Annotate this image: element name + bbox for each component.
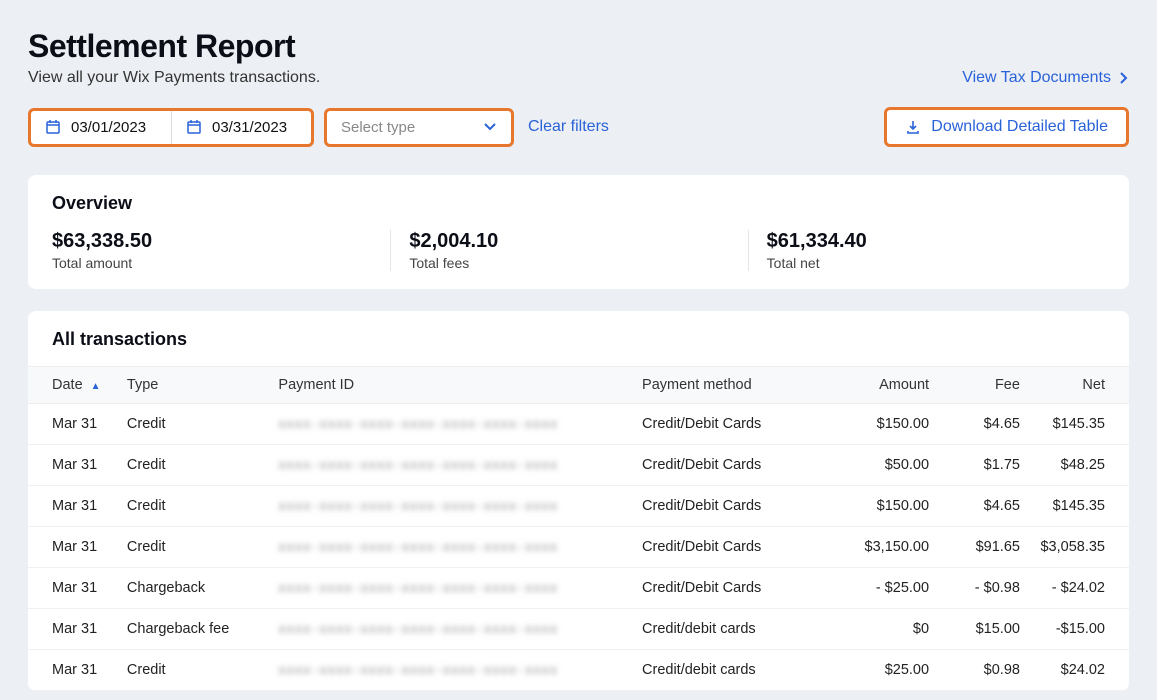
col-header-payment-method[interactable]: Payment method <box>634 367 836 404</box>
cell-date: Mar 31 <box>28 650 119 691</box>
cell-payment-id: xxxx-xxxx-xxxx-xxxx-xxxx-xxxx-xxxx <box>270 445 634 486</box>
stat-total-fees-value: $2,004.10 <box>409 230 747 253</box>
view-tax-documents-label: View Tax Documents <box>962 69 1111 87</box>
chevron-down-icon <box>483 122 497 132</box>
cell-payment-id: xxxx-xxxx-xxxx-xxxx-xxxx-xxxx-xxxx <box>270 527 634 568</box>
stat-total-amount-label: Total amount <box>52 255 390 271</box>
date-to-value: 03/31/2023 <box>212 119 287 136</box>
page-subtitle: View all your Wix Payments transactions. <box>28 69 320 87</box>
calendar-icon <box>186 119 202 135</box>
cell-date: Mar 31 <box>28 404 119 445</box>
cell-net: $145.35 <box>1028 404 1129 445</box>
cell-fee: $4.65 <box>937 404 1028 445</box>
stat-total-amount-value: $63,338.50 <box>52 230 390 253</box>
cell-method: Credit/Debit Cards <box>634 404 836 445</box>
date-to-input[interactable]: 03/31/2023 <box>171 111 311 144</box>
col-header-payment-id[interactable]: Payment ID <box>270 367 634 404</box>
col-header-amount[interactable]: Amount <box>836 367 937 404</box>
cell-date: Mar 31 <box>28 609 119 650</box>
type-select[interactable]: Select type <box>324 108 514 147</box>
cell-amount: $150.00 <box>836 486 937 527</box>
cell-amount: $25.00 <box>836 650 937 691</box>
col-header-date[interactable]: Date ▲ <box>28 367 119 404</box>
overview-card: Overview $63,338.50 Total amount $2,004.… <box>28 175 1129 289</box>
cell-amount: $3,150.00 <box>836 527 937 568</box>
cell-type: Credit <box>119 527 271 568</box>
type-select-placeholder: Select type <box>341 119 415 136</box>
cell-amount: - $25.00 <box>836 568 937 609</box>
col-header-fee[interactable]: Fee <box>937 367 1028 404</box>
table-row[interactable]: Mar 31Chargeback feexxxx-xxxx-xxxx-xxxx-… <box>28 609 1129 650</box>
cell-method: Credit/Debit Cards <box>634 568 836 609</box>
cell-method: Credit/Debit Cards <box>634 486 836 527</box>
cell-date: Mar 31 <box>28 486 119 527</box>
cell-fee: - $0.98 <box>937 568 1028 609</box>
cell-payment-id: xxxx-xxxx-xxxx-xxxx-xxxx-xxxx-xxxx <box>270 486 634 527</box>
col-header-type[interactable]: Type <box>119 367 271 404</box>
stat-total-amount: $63,338.50 Total amount <box>52 230 390 271</box>
cell-type: Chargeback <box>119 568 271 609</box>
cell-type: Credit <box>119 445 271 486</box>
transactions-heading: All transactions <box>28 329 1129 350</box>
calendar-icon <box>45 119 61 135</box>
download-button-label: Download Detailed Table <box>931 118 1108 136</box>
cell-method: Credit/debit cards <box>634 650 836 691</box>
clear-filters-link[interactable]: Clear filters <box>528 118 609 136</box>
cell-date: Mar 31 <box>28 445 119 486</box>
table-row[interactable]: Mar 31Creditxxxx-xxxx-xxxx-xxxx-xxxx-xxx… <box>28 404 1129 445</box>
cell-amount: $0 <box>836 609 937 650</box>
cell-date: Mar 31 <box>28 568 119 609</box>
cell-type: Credit <box>119 486 271 527</box>
view-tax-documents-link[interactable]: View Tax Documents <box>962 69 1129 87</box>
stat-total-net-value: $61,334.40 <box>767 230 1105 253</box>
date-range-picker[interactable]: 03/01/2023 03/31/2023 <box>28 108 314 147</box>
stat-total-fees-label: Total fees <box>409 255 747 271</box>
table-row[interactable]: Mar 31Creditxxxx-xxxx-xxxx-xxxx-xxxx-xxx… <box>28 486 1129 527</box>
overview-heading: Overview <box>52 193 1105 214</box>
cell-net: $48.25 <box>1028 445 1129 486</box>
cell-net: $3,058.35 <box>1028 527 1129 568</box>
cell-payment-id: xxxx-xxxx-xxxx-xxxx-xxxx-xxxx-xxxx <box>270 404 634 445</box>
stat-total-net: $61,334.40 Total net <box>748 230 1105 271</box>
cell-net: - $24.02 <box>1028 568 1129 609</box>
cell-fee: $1.75 <box>937 445 1028 486</box>
transactions-card: All transactions Date ▲ Type Payment ID … <box>28 311 1129 691</box>
cell-fee: $91.65 <box>937 527 1028 568</box>
chevron-right-icon <box>1119 71 1129 85</box>
cell-payment-id: xxxx-xxxx-xxxx-xxxx-xxxx-xxxx-xxxx <box>270 650 634 691</box>
table-row[interactable]: Mar 31Chargebackxxxx-xxxx-xxxx-xxxx-xxxx… <box>28 568 1129 609</box>
cell-amount: $150.00 <box>836 404 937 445</box>
table-row[interactable]: Mar 31Creditxxxx-xxxx-xxxx-xxxx-xxxx-xxx… <box>28 527 1129 568</box>
sort-asc-icon: ▲ <box>91 381 101 392</box>
table-row[interactable]: Mar 31Creditxxxx-xxxx-xxxx-xxxx-xxxx-xxx… <box>28 445 1129 486</box>
cell-date: Mar 31 <box>28 527 119 568</box>
cell-net: $24.02 <box>1028 650 1129 691</box>
cell-fee: $0.98 <box>937 650 1028 691</box>
transactions-table: Date ▲ Type Payment ID Payment method Am… <box>28 366 1129 691</box>
stat-total-net-label: Total net <box>767 255 1105 271</box>
cell-fee: $15.00 <box>937 609 1028 650</box>
cell-type: Credit <box>119 650 271 691</box>
cell-method: Credit/debit cards <box>634 609 836 650</box>
download-icon <box>905 119 921 135</box>
stat-total-fees: $2,004.10 Total fees <box>390 230 747 271</box>
cell-method: Credit/Debit Cards <box>634 527 836 568</box>
cell-method: Credit/Debit Cards <box>634 445 836 486</box>
page-title: Settlement Report <box>28 28 320 65</box>
cell-amount: $50.00 <box>836 445 937 486</box>
cell-type: Credit <box>119 404 271 445</box>
cell-type: Chargeback fee <box>119 609 271 650</box>
date-from-input[interactable]: 03/01/2023 <box>31 111 171 144</box>
cell-payment-id: xxxx-xxxx-xxxx-xxxx-xxxx-xxxx-xxxx <box>270 568 634 609</box>
cell-fee: $4.65 <box>937 486 1028 527</box>
cell-payment-id: xxxx-xxxx-xxxx-xxxx-xxxx-xxxx-xxxx <box>270 609 634 650</box>
date-from-value: 03/01/2023 <box>71 119 146 136</box>
col-header-net[interactable]: Net <box>1028 367 1129 404</box>
table-row[interactable]: Mar 31Creditxxxx-xxxx-xxxx-xxxx-xxxx-xxx… <box>28 650 1129 691</box>
download-detailed-table-button[interactable]: Download Detailed Table <box>884 107 1129 147</box>
col-header-date-label: Date <box>52 377 83 393</box>
cell-net: -$15.00 <box>1028 609 1129 650</box>
cell-net: $145.35 <box>1028 486 1129 527</box>
